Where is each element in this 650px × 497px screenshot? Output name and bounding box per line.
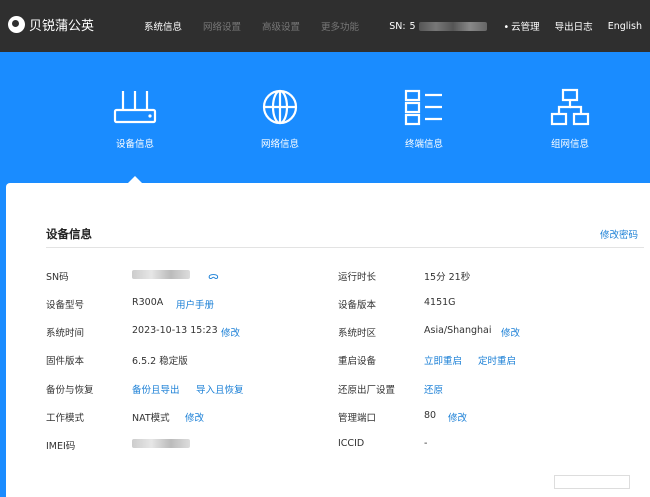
import-restore-link[interactable]: 导入且恢复 bbox=[196, 382, 244, 396]
field-firmware-value: 6.5.2 稳定版 bbox=[132, 356, 188, 367]
field-reboot-label: 重启设备 bbox=[338, 356, 377, 367]
nav-system-info[interactable]: 系统信息 bbox=[144, 19, 182, 33]
sn-label: SN: bbox=[389, 20, 406, 32]
brand-name: 贝锐蒲公英 bbox=[29, 19, 95, 34]
list-icon bbox=[404, 89, 442, 126]
main-nav: 系统信息 网络设置 高级设置 更多功能 bbox=[144, 19, 380, 33]
device-info-panel: 设备信息 修改密码 SN码 ᯅ 设备型号 R300A 用户手册 系统时间 202… bbox=[6, 183, 650, 497]
topology-icon bbox=[550, 88, 590, 126]
field-iccid-value: - bbox=[424, 438, 428, 449]
sn-value-blurred bbox=[418, 21, 487, 31]
field-device-version-label: 设备版本 bbox=[338, 300, 377, 311]
sn-value: 5 bbox=[410, 21, 492, 32]
backup-export-link[interactable]: 备份且导出 bbox=[132, 382, 180, 396]
field-iccid-label: ICCID bbox=[338, 438, 365, 449]
modify-password-link[interactable]: 修改密码 bbox=[600, 227, 638, 241]
sn-blurred bbox=[132, 270, 190, 279]
nav-network-settings[interactable]: 网络设置 bbox=[203, 19, 241, 33]
field-uptime-value: 15分 21秒 bbox=[424, 272, 471, 283]
field-imei-label: IMEI码 bbox=[46, 441, 76, 452]
field-work-mode-label: 工作模式 bbox=[46, 413, 85, 424]
divider bbox=[46, 247, 644, 248]
scheduled-reboot-link[interactable]: 定时重启 bbox=[478, 353, 516, 367]
logo-icon bbox=[8, 16, 25, 33]
timezone-modify-link[interactable]: 修改 bbox=[501, 325, 520, 339]
globe-icon bbox=[262, 89, 298, 125]
category-device-info[interactable]: 设备信息 bbox=[90, 88, 180, 150]
field-backup-label: 备份与恢复 bbox=[46, 385, 94, 396]
field-factory-reset-label: 还原出厂设置 bbox=[338, 385, 396, 396]
reboot-now-link[interactable]: 立即重启 bbox=[424, 353, 462, 367]
work-mode-modify-link[interactable]: 修改 bbox=[185, 410, 204, 424]
field-firmware-label: 固件版本 bbox=[46, 356, 85, 367]
category-terminal-info-label: 终端信息 bbox=[404, 139, 443, 150]
imei-blurred bbox=[132, 439, 190, 448]
field-admin-port-value: 80 bbox=[424, 410, 437, 421]
field-system-time-label: 系统时间 bbox=[46, 328, 85, 339]
field-model-value: R300A bbox=[132, 297, 164, 308]
field-timezone-label: 系统时区 bbox=[338, 328, 377, 339]
language-switch[interactable]: English bbox=[608, 21, 642, 32]
category-device-info-label: 设备信息 bbox=[115, 139, 154, 150]
field-sn-value bbox=[132, 269, 190, 280]
sn-value-prefix: 5 bbox=[409, 20, 416, 32]
field-device-version-value: 4151G bbox=[424, 297, 456, 308]
system-time-modify-link[interactable]: 修改 bbox=[221, 325, 240, 339]
category-networking-info-label: 组网信息 bbox=[550, 139, 589, 150]
field-imei-value bbox=[132, 438, 190, 449]
nav-more-features[interactable]: 更多功能 bbox=[321, 19, 359, 33]
watermark-badge bbox=[554, 475, 630, 489]
category-terminal-info[interactable]: 终端信息 bbox=[379, 88, 469, 150]
brand-logo[interactable]: 贝锐蒲公英 bbox=[8, 15, 94, 34]
field-work-mode-value: NAT模式 bbox=[132, 413, 170, 424]
field-system-time-value: 2023-10-13 15:23 bbox=[132, 325, 218, 336]
top-bar: 贝锐蒲公英 系统信息 网络设置 高级设置 更多功能 SN: 5 云管理 导出日志… bbox=[0, 0, 650, 52]
export-log-link[interactable]: 导出日志 bbox=[555, 19, 593, 33]
nav-advanced-settings[interactable]: 高级设置 bbox=[262, 19, 300, 33]
admin-port-modify-link[interactable]: 修改 bbox=[448, 410, 467, 424]
field-model-label: 设备型号 bbox=[46, 300, 85, 311]
field-uptime-label: 运行时长 bbox=[338, 272, 377, 283]
top-right-area: SN: 5 云管理 导出日志 English bbox=[389, 19, 642, 34]
user-manual-link[interactable]: 用户手册 bbox=[176, 297, 214, 311]
factory-reset-link[interactable]: 还原 bbox=[424, 382, 443, 396]
field-admin-port-label: 管理端口 bbox=[338, 413, 377, 424]
eye-icon[interactable]: ᯅ bbox=[208, 268, 219, 282]
watermark bbox=[510, 459, 630, 489]
router-icon bbox=[113, 91, 157, 124]
category-network-info-label: 网络信息 bbox=[260, 139, 299, 150]
category-networking-info[interactable]: 组网信息 bbox=[525, 88, 615, 150]
panel-title: 设备信息 bbox=[46, 227, 92, 241]
cloud-manage-link[interactable]: 云管理 bbox=[504, 19, 540, 33]
category-network-info[interactable]: 网络信息 bbox=[235, 88, 325, 150]
field-timezone-value: Asia/Shanghai bbox=[424, 325, 492, 336]
field-sn-label: SN码 bbox=[46, 272, 69, 283]
category-bar: 设备信息 网络信息 终端信息 组网信息 bbox=[0, 52, 650, 184]
